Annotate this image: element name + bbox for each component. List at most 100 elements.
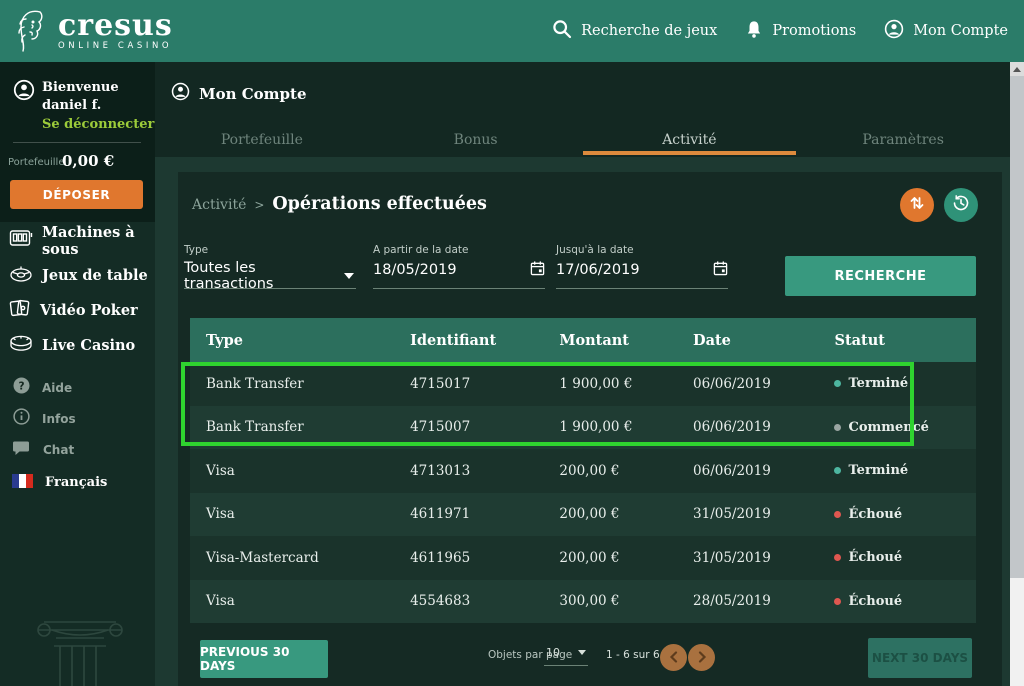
pagination-prev-button[interactable] — [660, 644, 687, 671]
logo-title: cresus — [58, 12, 173, 40]
sidebar-item-label: Chat — [43, 443, 74, 457]
status-dot — [834, 598, 841, 605]
tab-portefeuille[interactable]: Portefeuille — [155, 124, 369, 155]
status-dot — [834, 424, 841, 431]
to-date-field[interactable]: 17/06/2019 — [556, 260, 728, 280]
cell-date: 06/06/2019 — [693, 419, 834, 435]
table-body: Bank Transfer 4715017 1 900,00 € 06/06/2… — [190, 362, 976, 623]
table-games-icon — [9, 264, 33, 288]
cell-amount: 300,00 € — [559, 593, 693, 609]
deposit-button[interactable]: DÉPOSER — [10, 180, 143, 209]
nav-promotions[interactable]: Promotions — [745, 20, 856, 43]
sidebar-item-aide[interactable]: ? Aide — [0, 372, 155, 403]
sidebar-item-label: Aide — [42, 381, 72, 395]
pillar-decoration — [30, 608, 130, 686]
status-dot — [834, 380, 841, 387]
cell-id: 4611971 — [410, 506, 559, 522]
chevron-down-icon — [578, 650, 586, 655]
divider — [13, 142, 141, 143]
sidebar-item-label: Jeux de table — [42, 267, 148, 284]
scrollbar-thumb[interactable] — [1010, 76, 1024, 578]
wallet-value: 0,00 € — [62, 152, 114, 170]
sidebar-menu: Machines à sous Jeux de table — [0, 223, 155, 363]
next-30-days-button[interactable]: NEXT 30 DAYS — [868, 638, 972, 678]
cell-status-label: Terminé — [848, 376, 908, 391]
cell-amount: 1 900,00 € — [559, 376, 693, 392]
sidebar-user-block: Bienvenue daniel f. Se déconnecter Porte… — [0, 62, 155, 222]
account-tabs: Portefeuille Bonus Activité Paramètres — [155, 124, 1010, 155]
vertical-scrollbar[interactable] — [1010, 62, 1024, 686]
previous-30-days-button[interactable]: PREVIOUS 30 DAYS — [200, 640, 328, 678]
cell-status: Terminé — [834, 463, 975, 478]
logout-link[interactable]: Se déconnecter — [42, 117, 154, 132]
sidebar-item-chat[interactable]: Chat — [0, 434, 155, 465]
nav-account-label: Mon Compte — [913, 23, 1008, 39]
nav-account[interactable]: Mon Compte — [884, 19, 1008, 43]
cell-status-label: Échoué — [848, 550, 902, 565]
search-button[interactable]: RECHERCHE — [785, 256, 976, 296]
column-header-date: Date — [693, 332, 834, 349]
cresus-head-icon — [10, 5, 50, 57]
to-date-label: Jusqu'à la date — [556, 244, 634, 256]
account-title-label: Mon Compte — [199, 85, 307, 103]
pagination-next-button[interactable] — [688, 644, 715, 671]
tab-bonus[interactable]: Bonus — [369, 124, 583, 155]
sidebar-item-live-casino[interactable]: Live Casino — [0, 328, 155, 363]
table-row: Bank Transfer 4715017 1 900,00 € 06/06/2… — [190, 362, 976, 406]
cell-id: 4715017 — [410, 376, 559, 392]
cell-date: 06/06/2019 — [693, 463, 834, 479]
scrollbar-up-button[interactable] — [1010, 62, 1024, 76]
cell-id: 4554683 — [410, 593, 559, 609]
breadcrumb: Activité > Opérations effectuées — [192, 194, 487, 214]
calendar-icon — [713, 260, 728, 280]
account-tab-area: Mon Compte Portefeuille Bonus Activité P… — [155, 62, 1024, 157]
table-row: Bank Transfer 4715007 1 900,00 € 06/06/2… — [190, 406, 976, 450]
from-date-field[interactable]: 18/05/2019 — [373, 260, 545, 280]
calendar-icon — [530, 260, 545, 280]
table-row: Visa-Mastercard 4611965 200,00 € 31/05/2… — [190, 536, 976, 580]
sidebar-item-jeux-de-table[interactable]: Jeux de table — [0, 258, 155, 293]
nav-promotions-label: Promotions — [772, 23, 856, 39]
cell-amount: 200,00 € — [559, 506, 693, 522]
underline — [544, 665, 588, 666]
sidebar-item-video-poker[interactable]: Vidéo Poker — [0, 293, 155, 328]
sidebar-item-label: Machines à sous — [42, 224, 155, 258]
sidebar-secondary: ? Aide Infos — [0, 372, 155, 465]
sidebar-item-machines-a-sous[interactable]: Machines à sous — [0, 223, 155, 258]
username: daniel f. — [42, 98, 101, 113]
column-header-montant: Montant — [559, 332, 693, 349]
sidebar-item-label: Vidéo Poker — [40, 302, 138, 319]
underline — [556, 288, 728, 289]
sort-arrows-icon — [908, 194, 926, 216]
breadcrumb-separator: > — [254, 198, 264, 212]
table-row: Visa 4611971 200,00 € 31/05/2019 Échoué — [190, 493, 976, 537]
cell-type: Bank Transfer — [190, 419, 410, 435]
per-page-value: 10 — [546, 646, 560, 659]
status-dot — [834, 511, 841, 518]
history-button[interactable] — [944, 188, 978, 222]
chevron-down-icon — [344, 273, 354, 279]
tab-activite[interactable]: Activité — [583, 124, 797, 155]
page-title: Opérations effectuées — [272, 194, 486, 214]
cell-status: Terminé — [834, 376, 975, 391]
cell-status: Échoué — [834, 550, 975, 565]
nav-search-label: Recherche de jeux — [581, 23, 717, 39]
chevron-right-icon — [697, 648, 707, 667]
slot-machine-icon — [9, 228, 33, 253]
type-filter-label: Type — [184, 244, 208, 256]
per-page-select[interactable]: 10 — [546, 646, 586, 659]
tab-parametres[interactable]: Paramètres — [796, 124, 1010, 155]
sidebar-item-infos[interactable]: Infos — [0, 403, 155, 434]
activity-panel: Activité > Opérations effectuées Type — [178, 172, 1002, 686]
help-icon: ? — [13, 377, 30, 398]
cell-type: Visa — [190, 593, 410, 609]
nav-search-games[interactable]: Recherche de jeux — [552, 19, 717, 43]
transactions-sort-button[interactable] — [900, 188, 934, 222]
language-selector[interactable]: Français — [0, 468, 167, 496]
column-header-type: Type — [190, 332, 410, 349]
cell-date: 31/05/2019 — [693, 550, 834, 566]
breadcrumb-section[interactable]: Activité — [192, 197, 246, 213]
status-dot — [834, 554, 841, 561]
language-label: Français — [45, 475, 107, 490]
logo[interactable]: cresus ONLINE CASINO — [10, 5, 173, 57]
